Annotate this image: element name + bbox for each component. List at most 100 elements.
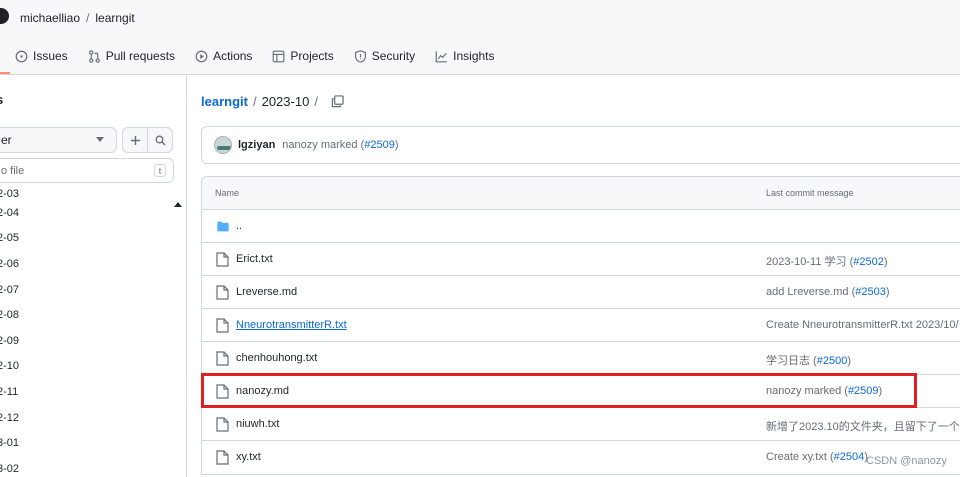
search-files-button[interactable]	[147, 127, 173, 153]
tree-item[interactable]: 2-10	[0, 354, 167, 380]
tree-item[interactable]: 2-09	[0, 328, 167, 354]
add-file-button[interactable]	[122, 127, 148, 153]
commit-author[interactable]: lgziyan	[238, 139, 275, 151]
tree-item[interactable]: 3-02	[0, 456, 167, 477]
latest-commit-bar: lgziyan nanozy marked (#2509)	[201, 126, 960, 164]
file-commit-message[interactable]: 新增了2023.10的文件夹，且留下了一个	[766, 418, 960, 434]
column-header-commit-message: Last commit message	[766, 188, 854, 198]
pr-link[interactable]: #2502	[853, 256, 884, 268]
file-name[interactable]: NneurotransmitterR.txt	[236, 319, 347, 331]
tab-pull-requests[interactable]: Pull requests	[88, 49, 175, 63]
sidebar-title: s	[0, 92, 3, 107]
keyboard-shortcut-hint: t	[154, 164, 166, 177]
table-row[interactable]: chenhouhong.txt 学习日志 (#2500)	[202, 342, 960, 375]
tab-insights[interactable]: Insights	[435, 49, 495, 63]
search-icon	[155, 135, 165, 145]
file-commit-message-text: Create xy.txt (	[766, 451, 834, 463]
active-tab-indicator	[0, 72, 10, 74]
repo-owner-link[interactable]: michaelliao	[20, 11, 80, 25]
file-name[interactable]: xy.txt	[236, 451, 261, 463]
file-name[interactable]: niuwh.txt	[236, 418, 279, 430]
file-icon	[216, 417, 229, 432]
repo-nav: Issues Pull requests Actions Projects Se…	[0, 47, 515, 65]
chevron-down-icon	[96, 137, 104, 142]
file-commit-message-text: Create NneurotransmitterR.txt 2023/10/	[766, 319, 959, 331]
file-name[interactable]: chenhouhong.txt	[236, 352, 317, 364]
tree-item[interactable]: 2-06	[0, 251, 167, 277]
path-breadcrumb: learngit / 2023-10 /	[201, 94, 344, 109]
tab-security-label: Security	[371, 49, 416, 63]
tab-pull-requests-label: Pull requests	[105, 49, 176, 63]
table-row[interactable]: ..	[202, 210, 960, 243]
file-commit-message-close: )	[885, 286, 890, 298]
issue-icon	[15, 50, 28, 62]
watermark: CSDN @nanozy	[866, 455, 947, 467]
file-icon	[216, 252, 229, 267]
commit-message-text: nanozy marked (	[282, 139, 365, 151]
highlight-annotation-box	[201, 373, 917, 408]
tab-insights-label: Insights	[453, 49, 495, 63]
column-header-name: Name	[215, 188, 240, 198]
breadcrumb-separator: /	[86, 11, 90, 25]
tree-item[interactable]: 2-03	[0, 188, 167, 200]
path-current-dir: 2023-10	[261, 94, 310, 109]
table-icon	[273, 50, 285, 62]
play-icon	[195, 50, 208, 62]
file-icon	[216, 318, 229, 333]
file-icon	[216, 450, 229, 465]
github-logo-icon[interactable]	[0, 8, 9, 24]
tab-issues[interactable]: Issues	[15, 49, 68, 63]
file-tree: 2-03 2-04 2-05 2-06 2-07 2-08 2-09 2-10 …	[0, 188, 167, 477]
file-commit-message[interactable]: 2023-10-11 学习 (#2502)	[766, 253, 888, 269]
file-name[interactable]: ..	[236, 220, 242, 232]
repo-breadcrumb: michaelliao / learngit	[20, 11, 135, 25]
file-commit-message[interactable]: Create xy.txt (#2504)	[766, 451, 868, 463]
path-repo-link[interactable]: learngit	[201, 94, 248, 109]
tab-projects[interactable]: Projects	[272, 49, 334, 63]
table-header: Name Last commit message	[202, 177, 960, 210]
commit-message[interactable]: nanozy marked (#2509)	[282, 139, 398, 151]
file-icon	[216, 351, 229, 366]
file-commit-message[interactable]: Create NneurotransmitterR.txt 2023/10/	[766, 319, 959, 331]
pull-request-icon	[88, 49, 100, 63]
tree-item[interactable]: 2-08	[0, 302, 167, 328]
file-name[interactable]: Erict.txt	[236, 253, 273, 265]
path-separator: /	[252, 94, 257, 109]
tree-item[interactable]: 2-11	[0, 379, 167, 405]
file-commit-message[interactable]: 学习日志 (#2500)	[766, 352, 851, 368]
go-to-file-placeholder: o file	[1, 164, 25, 177]
pr-link[interactable]: #2504	[834, 451, 865, 463]
file-name[interactable]: Lreverse.md	[236, 286, 297, 298]
tree-item[interactable]: 3-01	[0, 430, 167, 456]
table-row[interactable]: Lreverse.md add Lreverse.md (#2503)	[202, 276, 960, 309]
plus-icon	[130, 135, 140, 145]
file-commit-message-text: 新增了2023.10的文件夹，且留下了一个	[766, 421, 960, 433]
avatar[interactable]	[214, 136, 232, 154]
file-commit-message-close: )	[847, 355, 851, 367]
table-row[interactable]: NneurotransmitterR.txt Create Nneurotran…	[202, 309, 960, 342]
tree-item[interactable]: 2-05	[0, 226, 167, 252]
scroll-up-arrow-icon[interactable]	[174, 202, 182, 207]
tab-issues-label: Issues	[33, 49, 68, 63]
branch-selector[interactable]: er	[0, 127, 117, 153]
pr-link[interactable]: #2500	[817, 355, 848, 367]
repo-name-link[interactable]: learngit	[95, 11, 134, 25]
tree-item[interactable]: 2-07	[0, 277, 167, 303]
commit-pr-link[interactable]: #2509	[364, 139, 395, 151]
pr-link[interactable]: #2503	[855, 286, 886, 298]
copy-icon[interactable]	[331, 95, 344, 108]
file-commit-message-close: )	[883, 256, 888, 268]
file-commit-message[interactable]: add Lreverse.md (#2503)	[766, 286, 890, 298]
tab-security[interactable]: Security	[354, 49, 415, 63]
branch-selector-label: er	[1, 133, 12, 147]
tab-actions[interactable]: Actions	[195, 49, 252, 63]
commit-message-close: )	[394, 139, 399, 151]
table-row[interactable]: niuwh.txt 新增了2023.10的文件夹，且留下了一个	[202, 408, 960, 441]
go-to-file-input[interactable]: o file t	[0, 158, 174, 183]
table-row[interactable]: xy.txt Create xy.txt (#2504)	[202, 441, 960, 474]
table-row[interactable]: Erict.txt 2023-10-11 学习 (#2502)	[202, 243, 960, 276]
main-content: learngit / 2023-10 / lgziyan nanozy mark…	[188, 76, 960, 477]
tree-item[interactable]: 2-12	[0, 405, 167, 431]
tab-actions-label: Actions	[213, 49, 253, 63]
tree-item[interactable]: 2-04	[0, 200, 167, 226]
